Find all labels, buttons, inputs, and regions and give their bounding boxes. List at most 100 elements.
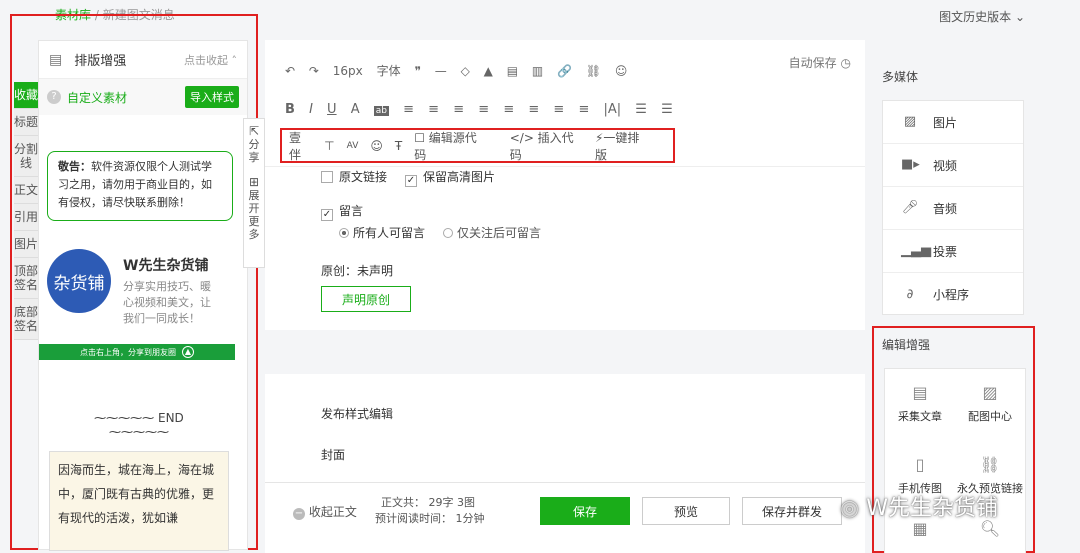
- spacing-after-icon[interactable]: ≡: [553, 102, 564, 117]
- edit-source-button[interactable]: ☐ 编辑源代码: [414, 129, 498, 163]
- signature-card[interactable]: 杂货铺 W先生杂货铺 分享实用技巧、暖心视频和美文，让我们一同成长！: [39, 241, 231, 341]
- table-icon[interactable]: ▥: [532, 64, 543, 78]
- custom-material-row: ? 自定义素材 导入样式: [39, 79, 247, 115]
- divider-line-left: ⁓⁓⁓⁓⁓: [94, 411, 158, 425]
- font-color-icon[interactable]: A: [351, 102, 360, 117]
- import-style-button[interactable]: 导入样式: [185, 86, 239, 108]
- format-painter-icon[interactable]: ◇: [461, 64, 470, 78]
- align-justify-icon[interactable]: ≡: [503, 102, 514, 117]
- word-count: 正文共： 29字 3图: [381, 496, 475, 509]
- wechat-icon: ◎: [840, 496, 860, 521]
- media-vote[interactable]: ▁▃▅ 投票: [883, 230, 1023, 273]
- keep-hd-checkbox[interactable]: ✓: [405, 175, 417, 187]
- divider-text: END: [158, 411, 184, 425]
- font-size-select[interactable]: 16px: [333, 64, 363, 78]
- plugin-toolbar: 壹伴 ⊤ AV ☺ Ŧ ☐ 编辑源代码 </> 插入代码 ⚡一键排版: [280, 128, 675, 163]
- panel-title: 排版增强: [74, 54, 127, 69]
- picture-icon: ▨: [982, 383, 998, 402]
- history-version-link[interactable]: 图文历史版本 ⌄: [939, 8, 1025, 25]
- collect-article-button[interactable]: ▤ 采集文章: [885, 383, 955, 424]
- unlink-icon[interactable]: ⛓: [586, 64, 601, 78]
- emoji-icon[interactable]: ☺: [615, 64, 628, 78]
- divider-style-item[interactable]: ⁓⁓⁓⁓⁓ END ⁓⁓⁓⁓⁓: [69, 411, 209, 439]
- indent-icon[interactable]: ≡: [403, 102, 414, 117]
- bold-icon[interactable]: B: [285, 102, 295, 117]
- share-icon[interactable]: ⇱: [244, 125, 264, 138]
- link-icon[interactable]: 🔗: [557, 64, 572, 78]
- comment-follow-option[interactable]: 仅关注后可留言: [443, 224, 541, 241]
- search-doc-button[interactable]: 🔍︎: [955, 519, 1025, 544]
- share-label[interactable]: 分享: [244, 138, 264, 164]
- underline-icon[interactable]: U: [327, 102, 337, 117]
- save-button[interactable]: 保存: [540, 497, 630, 525]
- right-panel: 多媒体 ▨ 图片 ■▸ 视频 🎤︎ 音频 ▁▃▅ 投票 ∂ 小程序 编辑增强 ▤ 采集文章 …: [867, 40, 1042, 553]
- material-panel: ▤ 排版增强 点击收起 ˄ ? 自定义素材 导入样式 敬告：软件资源仅限个人测试…: [38, 40, 248, 551]
- comment-all-option[interactable]: 所有人可留言: [339, 224, 425, 241]
- strikethrough-icon[interactable]: Ŧ: [395, 139, 402, 153]
- custom-material-link[interactable]: 自定义素材: [67, 89, 185, 106]
- redo-icon[interactable]: ↷: [309, 64, 319, 78]
- qrcode-button[interactable]: ▦: [885, 519, 955, 544]
- preview-button[interactable]: 预览: [642, 497, 730, 525]
- grid-icon[interactable]: ⊞: [244, 176, 264, 189]
- ordered-list-icon[interactable]: ☰: [635, 102, 647, 117]
- insert-code-button[interactable]: </> 插入代码: [510, 129, 583, 163]
- para-spacing-icon[interactable]: ⊤: [324, 139, 334, 153]
- bg-color-icon[interactable]: ab: [373, 106, 389, 116]
- char-spacing-icon[interactable]: AV: [347, 141, 359, 151]
- spacing-before-icon[interactable]: ≡: [528, 102, 539, 117]
- notice-card[interactable]: 敬告：软件资源仅限个人测试学习之用，请勿用于商业目的，如有侵权，请尽快联系删除！: [47, 151, 233, 221]
- tab-quote[interactable]: 引用: [14, 204, 38, 231]
- enhance-grid: ▤ 采集文章 ▨ 配图中心 ▯ 手机传图 ⛓ 永久预览链接 ▦ 🔍︎: [884, 368, 1026, 553]
- unordered-list-icon[interactable]: ☰: [661, 102, 673, 117]
- tab-body[interactable]: 正文: [14, 177, 38, 204]
- card-logo: 杂货铺: [47, 249, 111, 313]
- toolbar-divider: [265, 166, 865, 167]
- align-center-icon[interactable]: ≡: [453, 102, 464, 117]
- one-click-layout-button[interactable]: ⚡一键排版: [595, 129, 661, 163]
- blockquote-icon[interactable]: ❞: [414, 64, 420, 78]
- arrow-up-icon: ▲: [182, 346, 194, 358]
- help-icon[interactable]: ?: [47, 90, 61, 104]
- emoji-picker-icon[interactable]: ☺: [370, 139, 383, 153]
- share-tip-bar[interactable]: 点击右上角，分享到朋友圈 ▲: [39, 344, 235, 360]
- align-right-icon[interactable]: ≡: [478, 102, 489, 117]
- media-video[interactable]: ■▸ 视频: [883, 144, 1023, 187]
- comment-checkbox[interactable]: ✓: [321, 209, 333, 221]
- declare-original-button[interactable]: 声明原创: [321, 286, 411, 312]
- line-height-icon[interactable]: ≡: [578, 102, 589, 117]
- media-audio[interactable]: 🎤︎ 音频: [883, 187, 1023, 230]
- original-link-checkbox[interactable]: [321, 171, 333, 183]
- align-left-icon[interactable]: ≡: [428, 102, 439, 117]
- italic-icon[interactable]: I: [309, 102, 313, 117]
- original-link-option[interactable]: 原文链接: [321, 168, 387, 185]
- tab-image[interactable]: 图片: [14, 231, 38, 258]
- hr-icon[interactable]: —: [435, 64, 447, 78]
- image-center-button[interactable]: ▨ 配图中心: [955, 383, 1025, 424]
- tab-title[interactable]: 标题: [14, 109, 38, 136]
- save-publish-button[interactable]: 保存并群发: [742, 497, 842, 525]
- card-desc: 分享实用技巧、暖心视频和美文，让我们一同成长！: [123, 280, 211, 325]
- tab-divider[interactable]: 分割线: [14, 136, 38, 177]
- media-mini-program[interactable]: ∂ 小程序: [883, 273, 1023, 316]
- clear-format-icon[interactable]: ▲: [484, 64, 493, 78]
- comment-option[interactable]: ✓ 留言: [321, 202, 363, 221]
- yiban-label[interactable]: 壹伴: [289, 129, 312, 163]
- expand-more-label[interactable]: 展开更多: [248, 189, 260, 241]
- tab-bottom-signature[interactable]: 底部签名: [14, 299, 38, 340]
- editor-page: 素材库 / 新建图文消息 图文历史版本 ⌄ 收藏 标题 分割线 正文 引用 图片…: [0, 0, 1080, 553]
- quote-style-item[interactable]: 因海而生，城在海上，海在城中，厦门既有古典的优雅，更有现代的活泼，犹如谦: [49, 451, 229, 551]
- collapse-button[interactable]: 点击收起 ˄: [184, 52, 237, 68]
- template-icon[interactable]: ▤: [507, 64, 518, 78]
- undo-icon[interactable]: ↶: [285, 64, 295, 78]
- comment-all-radio[interactable]: [339, 228, 349, 238]
- tab-favorites[interactable]: 收藏: [14, 82, 38, 109]
- comment-follow-radio[interactable]: [443, 228, 453, 238]
- keep-hd-option[interactable]: ✓ 保留高清图片: [405, 168, 495, 187]
- notice-bold: 敬告：: [58, 160, 91, 173]
- fold-body-button[interactable]: − 收起正文: [293, 503, 357, 520]
- font-family-select[interactable]: 字体: [377, 62, 401, 79]
- media-image[interactable]: ▨ 图片: [883, 101, 1023, 144]
- letter-spacing-icon[interactable]: |A|: [604, 102, 622, 117]
- tab-top-signature[interactable]: 顶部签名: [14, 258, 38, 299]
